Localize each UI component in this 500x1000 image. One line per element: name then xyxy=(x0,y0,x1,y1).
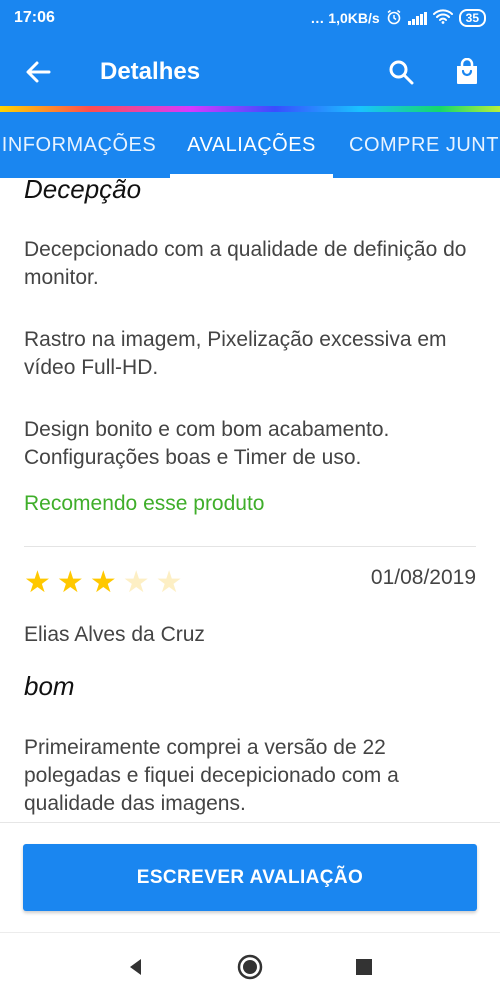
arrow-left-icon xyxy=(26,61,51,83)
network-speed: … 1,0KB/s xyxy=(310,10,380,26)
status-bar: 17:06 … 1,0KB/s 35 xyxy=(0,0,500,36)
star-empty-icon: ★ xyxy=(122,566,150,599)
battery-icon: 35 xyxy=(458,9,486,27)
nav-home-button[interactable] xyxy=(233,950,267,984)
star-empty-icon: ★ xyxy=(155,566,183,599)
review-paragraph: Design bonito e com bom acabamento. Conf… xyxy=(24,418,390,469)
review-paragraph: Rastro na imagem, Pixelização excessiva … xyxy=(24,328,447,379)
status-time: 17:06 xyxy=(14,9,55,26)
system-nav-bar xyxy=(0,932,500,1000)
signal-icon xyxy=(407,11,427,25)
star-filled-icon: ★ xyxy=(56,566,84,599)
back-button[interactable] xyxy=(0,36,76,108)
triangle-back-icon xyxy=(130,958,141,975)
search-icon xyxy=(389,60,414,85)
nav-recents-button[interactable] xyxy=(347,950,381,984)
tab-avaliacoes[interactable]: AVALIAÇÕES xyxy=(170,112,333,178)
review-divider xyxy=(24,546,476,547)
search-button[interactable] xyxy=(368,36,434,108)
tab-compre-junto[interactable]: COMPRE JUNT xyxy=(335,112,500,178)
alarm-icon xyxy=(386,9,402,28)
bottom-divider xyxy=(0,822,500,823)
star-filled-icon: ★ xyxy=(24,566,51,599)
nav-back-button[interactable] xyxy=(119,950,153,984)
review-paragraph: Decepcionado com a qualidade de definiçã… xyxy=(24,238,467,289)
review-date: 01/08/2019 xyxy=(370,566,476,589)
wifi-icon xyxy=(432,9,453,27)
reviews-list[interactable]: Decepção Decepcionado com a qualidade de… xyxy=(0,178,500,822)
star-filled-icon: ★ xyxy=(89,566,117,599)
review-paragraph: Primeiramente comprei a versão de 22 pol… xyxy=(24,736,399,815)
tab-informacoes[interactable]: INFORMAÇÕES xyxy=(0,112,164,178)
review-title: bom xyxy=(24,671,75,701)
app-bar: Detalhes xyxy=(0,36,500,108)
rating-stars: ★ ★ ★ ★ ★ xyxy=(24,568,183,598)
review-title: Decepção xyxy=(24,178,142,204)
write-review-button[interactable]: ESCREVER AVALIAÇÃO xyxy=(23,844,477,911)
circle-home-icon xyxy=(237,954,263,979)
shopping-bag-icon xyxy=(457,58,477,84)
review-author: Elias Alves da Cruz xyxy=(24,623,205,646)
status-indicators: … 1,0KB/s 35 xyxy=(310,9,486,28)
tab-bar: INFORMAÇÕES AVALIAÇÕES COMPRE JUNT xyxy=(0,112,500,178)
cart-button[interactable] xyxy=(434,36,500,108)
square-recents-icon xyxy=(356,958,372,975)
recommendation-text: Recomendo esse produto xyxy=(24,492,265,515)
page-title: Detalhes xyxy=(100,58,201,85)
